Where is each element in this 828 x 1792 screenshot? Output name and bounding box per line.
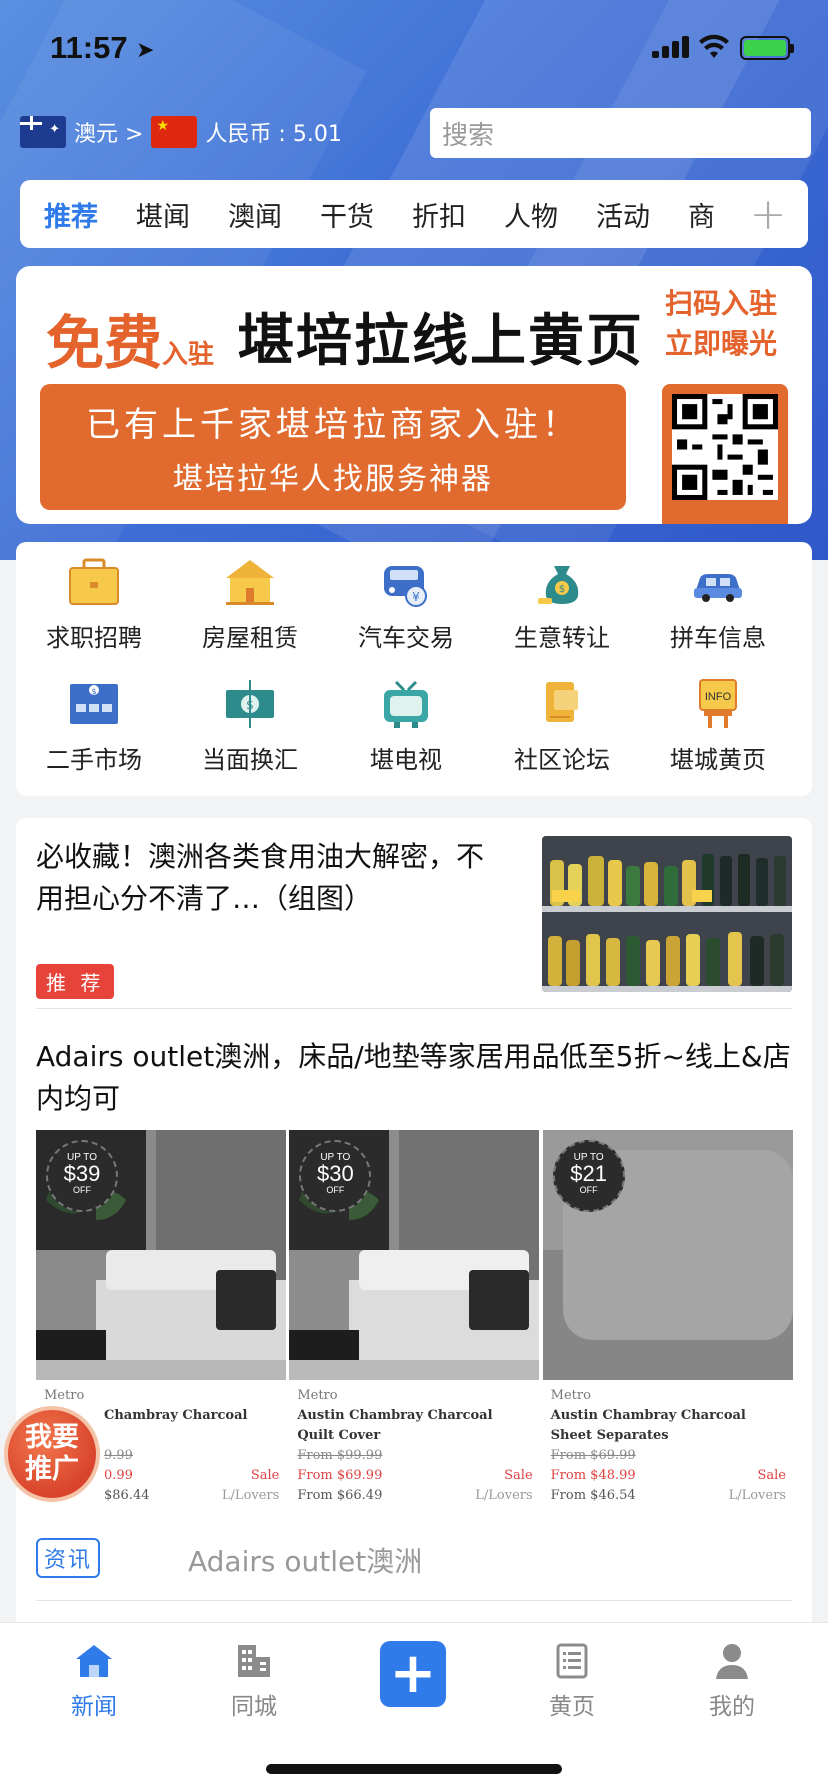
market-icon: $ (66, 678, 122, 730)
recommend-tag: 推 荐 (36, 964, 115, 999)
banner-scan-text: 扫码入驻 立即曝光 (664, 287, 777, 360)
qr-code-icon (662, 384, 788, 524)
discount-badge: UP TO $39 OFF (46, 1140, 118, 1212)
yellow-pages-icon (552, 1641, 592, 1681)
search-input[interactable]: 搜索 (430, 108, 811, 158)
news-home-icon (74, 1641, 114, 1681)
category-rentals[interactable]: 房屋租赁 (172, 542, 328, 662)
briefcase-icon (66, 556, 122, 608)
banner-free: 免费入驻 (46, 309, 215, 377)
status-bar: 11:57 ➤ (0, 28, 828, 68)
svg-text:$: $ (559, 584, 565, 595)
product-card[interactable]: UP TO $30 OFF Metro Austin Chambray Char… (289, 1130, 541, 1526)
status-time: 11:57 (50, 30, 128, 65)
product-image: UP TO $39 OFF (36, 1130, 287, 1380)
location-arrow-icon: ➤ (136, 38, 155, 63)
article-title: 必收藏！澳洲各类食用油大解密，不用担心分不清了…（组图） (36, 840, 485, 915)
article-source: Adairs outlet澳洲 (188, 1545, 423, 1578)
city-buildings-icon (234, 1641, 274, 1681)
home-indicator (266, 1764, 562, 1774)
wifi-icon (699, 34, 729, 58)
discount-badge: UP TO $30 OFF (299, 1140, 372, 1212)
category-business-transfer[interactable]: $ 生意转让 (484, 542, 640, 662)
money-bag-icon: $ (534, 556, 590, 608)
info-sign-icon: INFO (690, 678, 746, 730)
tab-tips[interactable]: 干货 (306, 195, 388, 234)
forum-icon (534, 678, 590, 730)
article-thumbnail[interactable] (542, 836, 792, 992)
tab-profile[interactable]: 我的 (672, 1641, 792, 1721)
tab-city[interactable]: 同城 (194, 1641, 314, 1721)
battery-icon (740, 36, 794, 60)
product-strip[interactable]: UP TO $39 OFF Metro Chambray Charcoal 9.… (36, 1130, 794, 1526)
banner-callout: 已有上千家堪培拉商家入驻！ 堪培拉华人找服务神器 (40, 384, 626, 510)
car-trade-icon: ¥ (378, 556, 434, 608)
category-tabs: 推荐 堪闻 澳闻 干货 折扣 人物 活动 商 + (20, 180, 808, 248)
category-tv[interactable]: 堪电视 (328, 664, 484, 784)
category-forum[interactable]: 社区论坛 (484, 664, 640, 784)
promo-banner[interactable]: 免费入驻 堪培拉线上黄页 扫码入驻 立即曝光 已有上千家堪培拉商家入驻！ 堪培拉华… (16, 266, 812, 524)
product-info: Metro Austin Chambray Charcoal Quilt Cov… (297, 1388, 533, 1503)
divider (36, 1600, 792, 1601)
australia-flag-icon (20, 116, 66, 148)
signal-icon (652, 36, 690, 58)
svg-text:INFO: INFO (705, 691, 732, 703)
tab-canberra-news[interactable]: 堪闻 (122, 195, 204, 234)
tab-australia-news[interactable]: 澳闻 (214, 195, 296, 234)
tab-yellow-pages[interactable]: 黄页 (512, 1641, 632, 1721)
tv-icon (378, 678, 434, 730)
carpool-icon (690, 556, 746, 608)
product-image: UP TO $21 OFF (542, 1130, 794, 1380)
profile-icon (712, 1641, 752, 1681)
banner-headline: 堪培拉线上黄页 (238, 309, 644, 374)
promote-button[interactable]: 我要 推广 (4, 1406, 100, 1502)
article-card[interactable]: 必收藏！澳洲各类食用油大解密，不用担心分不清了…（组图） (36, 836, 506, 920)
category-jobs[interactable]: 求职招聘 (16, 542, 172, 662)
article-title[interactable]: Adairs outlet澳洲，床品/地垫等家居用品低至5折~线上&店内均可 (36, 1036, 796, 1120)
product-card[interactable]: UP TO $21 OFF Metro Austin Chambray Char… (542, 1130, 794, 1526)
currency-to: 人民币 : 5.01 (205, 122, 342, 147)
china-flag-icon (151, 116, 198, 148)
post-button[interactable]: + (380, 1641, 446, 1707)
tab-events[interactable]: 活动 (582, 195, 664, 234)
tab-news[interactable]: 新闻 (34, 1641, 154, 1721)
add-tab-button[interactable]: + (728, 180, 808, 248)
search-placeholder: 搜索 (442, 120, 495, 151)
svg-text:¥: ¥ (412, 590, 420, 604)
svg-text:$: $ (91, 687, 96, 696)
product-image: UP TO $30 OFF (289, 1130, 540, 1380)
banner-line2: 堪培拉华人找服务神器 (173, 461, 493, 497)
tab-people[interactable]: 人物 (490, 195, 572, 234)
banner-line1: 已有上千家堪培拉商家入驻！ (86, 404, 580, 445)
category-currency-exchange[interactable]: $ 当面换汇 (172, 664, 328, 784)
currency-rate[interactable]: 澳元 > 人民币 : 5.01 (16, 112, 346, 152)
service-grid: 求职招聘 房屋租赁 ¥ 汽车交易 $ 生意转让 拼车信息 $ 二手市场 $ 当面… (16, 542, 812, 796)
exchange-icon: $ (222, 678, 278, 730)
category-yellow-pages[interactable]: INFO 堪城黄页 (640, 664, 796, 784)
product-info: Metro Austin Chambray Charcoal Sheet Sep… (550, 1388, 786, 1503)
category-secondhand[interactable]: $ 二手市场 (16, 664, 172, 784)
house-icon (222, 556, 278, 608)
category-carpool[interactable]: 拼车信息 (640, 542, 796, 662)
discount-badge: UP TO $21 OFF (552, 1140, 625, 1212)
plus-icon: + (389, 1641, 437, 1706)
tab-business[interactable]: 商 (674, 195, 729, 234)
category-car-trade[interactable]: ¥ 汽车交易 (328, 542, 484, 662)
tab-discounts[interactable]: 折扣 (398, 195, 480, 234)
currency-from: 澳元 > (74, 122, 144, 147)
news-tag: 资讯 (36, 1538, 101, 1578)
divider (36, 1008, 792, 1009)
tab-recommended[interactable]: 推荐 (30, 195, 112, 234)
